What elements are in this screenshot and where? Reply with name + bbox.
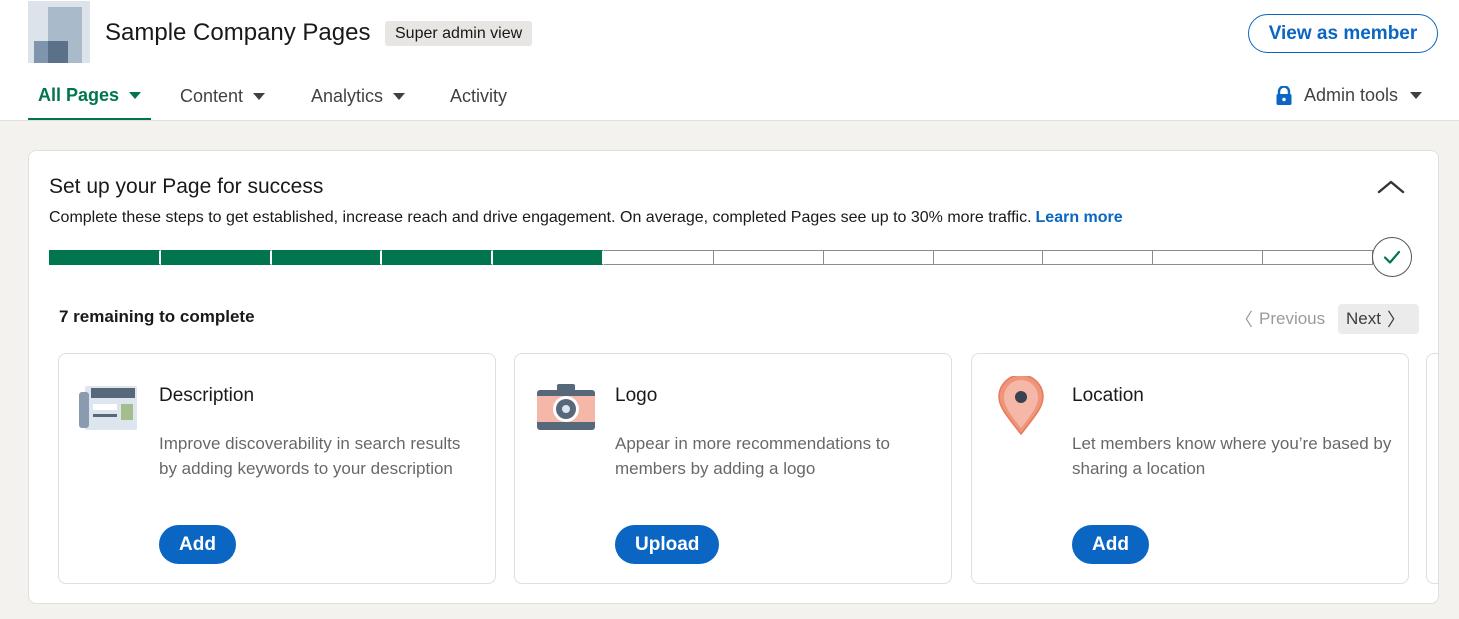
tab-label: Activity (450, 85, 508, 106)
learn-more-link[interactable]: Learn more (1036, 209, 1123, 226)
step-title: Description (159, 385, 255, 406)
tab-analytics[interactable]: Analytics (311, 72, 406, 120)
completion-check (1372, 237, 1412, 277)
camera-icon (537, 384, 595, 430)
progress-segment-incomplete (604, 250, 714, 265)
next-step-card-peek (1426, 353, 1438, 584)
newspaper-icon (79, 386, 137, 430)
setup-description: Complete these steps to get established,… (49, 209, 1123, 227)
tab-all-pages[interactable]: All Pages (28, 72, 152, 120)
caret-down-icon (129, 91, 142, 99)
tab-label: Content (180, 85, 244, 106)
map-pin-icon (998, 376, 1044, 436)
admin-tools-menu[interactable]: Admin tools (1275, 85, 1423, 106)
progress-bar (49, 250, 1373, 265)
progress-segment-incomplete (1263, 250, 1373, 265)
company-logo[interactable] (28, 1, 90, 63)
tab-activity[interactable]: Activity (450, 72, 507, 120)
next-button[interactable]: Next 〉 (1338, 304, 1419, 334)
upload-logo-button[interactable]: Upload (615, 525, 720, 564)
check-icon (1383, 250, 1401, 264)
step-card-logo: Logo Appear in more recommendations to m… (514, 353, 952, 584)
caret-down-icon (1410, 92, 1423, 99)
progress-segment-incomplete (1043, 250, 1154, 265)
step-text: Appear in more recommendations to member… (615, 434, 890, 478)
caret-down-icon (393, 92, 406, 100)
admin-tools-label: Admin tools (1304, 85, 1399, 105)
step-card-description: Description Improve discoverability in s… (58, 353, 496, 584)
tab-label: Analytics (311, 85, 384, 106)
setup-title: Set up your Page for success (49, 175, 324, 198)
tab-content[interactable]: Content (180, 72, 266, 120)
page-header: Sample Company Pages Super admin view Vi… (0, 0, 1459, 121)
view-as-member-button[interactable]: View as member (1248, 14, 1438, 53)
step-text: Improve discoverability in search result… (159, 434, 461, 478)
progress-segment-incomplete (713, 250, 824, 265)
setup-card: Set up your Page for success Complete th… (28, 150, 1439, 604)
step-title: Logo (615, 385, 658, 406)
admin-view-badge: Super admin view (385, 21, 533, 46)
description-text: Complete these steps to get established,… (49, 209, 1032, 226)
step-text: Let members know where you’re based by s… (1072, 434, 1392, 478)
progress-segment-incomplete (1153, 250, 1264, 265)
progress-segment-complete (160, 250, 272, 265)
remaining-count: 7 remaining to complete (59, 307, 255, 326)
progress-segment-complete (382, 250, 494, 265)
tab-label: All Pages (38, 84, 120, 105)
previous-label: Previous (1259, 309, 1326, 328)
chevron-left-icon: 〈 (1235, 310, 1253, 330)
progress-segment-complete (493, 250, 605, 265)
caret-down-icon (253, 92, 266, 100)
progress-segment-incomplete (933, 250, 1044, 265)
progress-segment-complete (271, 250, 383, 265)
chevron-up-icon[interactable] (1371, 171, 1411, 203)
previous-button[interactable]: 〈 Previous (1229, 304, 1325, 334)
add-location-button[interactable]: Add (1072, 525, 1149, 564)
chevron-right-icon: 〉 (1386, 310, 1405, 330)
step-card-location: Location Let members know where you’re b… (971, 353, 1409, 584)
progress-segment-complete (49, 250, 161, 265)
progress-segment-incomplete (823, 250, 934, 265)
lock-icon (1276, 85, 1292, 105)
add-description-button[interactable]: Add (159, 525, 236, 564)
next-label: Next (1346, 309, 1381, 328)
company-name: Sample Company Pages (105, 19, 371, 46)
step-title: Location (1072, 385, 1144, 406)
